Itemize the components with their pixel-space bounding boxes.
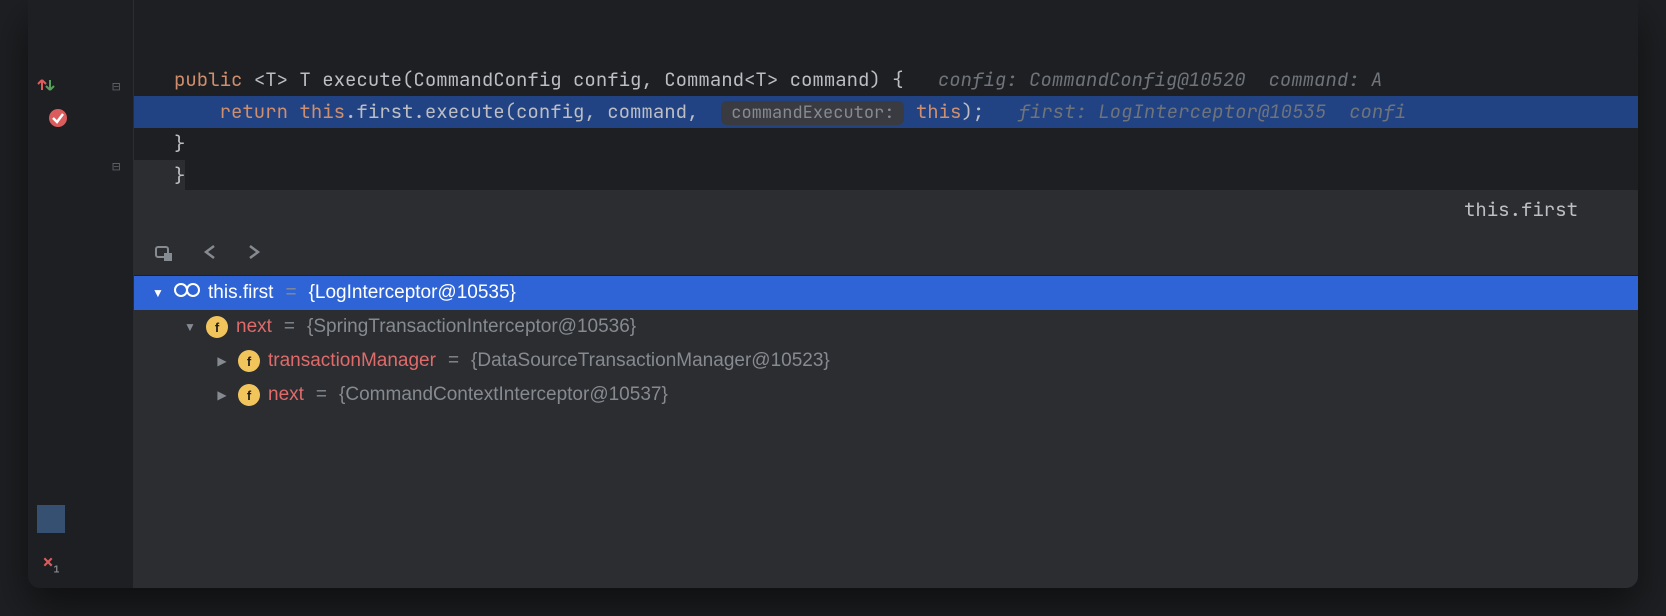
stmt-end: ); xyxy=(961,99,984,124)
code-editor[interactable]: public <T> T execute(CommandConfig confi… xyxy=(134,0,1638,588)
inline-debug-hint: config: CommandConfig@10520 command: A xyxy=(938,67,1383,92)
method-name: execute xyxy=(322,67,402,92)
tool-window-tab[interactable] xyxy=(37,505,65,533)
keyword-this: this xyxy=(299,99,345,124)
override-up-icon[interactable] xyxy=(36,76,56,96)
keyword-public: public xyxy=(174,67,242,92)
tree-row[interactable]: ▶ f transactionManager = {DataSourceTran… xyxy=(134,344,1638,378)
variable-value: {LogInterceptor@10535} xyxy=(309,282,516,304)
fold-close-icon[interactable]: ⊟ xyxy=(112,158,120,176)
variable-name: next xyxy=(236,316,272,338)
field-icon: f xyxy=(206,316,228,338)
close-brace: } xyxy=(174,131,185,156)
tree-row[interactable]: ▼ f next = {SpringTransactionInterceptor… xyxy=(134,310,1638,344)
debug-panel: this.first ▼ this.fir xyxy=(134,190,1638,588)
left-tool-strip: ✕1 xyxy=(28,478,74,588)
field-icon: f xyxy=(238,384,260,406)
tree-row[interactable]: ▶ f next = {CommandContextInterceptor@10… xyxy=(134,378,1638,412)
variable-name: this.first xyxy=(208,282,273,304)
equals-sign: = xyxy=(285,282,296,304)
variable-value: {DataSourceTransactionManager@10523} xyxy=(471,350,830,372)
keyword-this: this xyxy=(916,99,962,124)
close-brace: } xyxy=(174,163,185,188)
variable-name: next xyxy=(268,384,304,406)
equals-sign: = xyxy=(284,316,295,338)
method-params: (CommandConfig config, Command<T> comman… xyxy=(402,67,904,92)
close-tool-icon[interactable]: ✕1 xyxy=(43,551,60,576)
code-line: public <T> T execute(CommandConfig confi… xyxy=(134,64,1638,96)
expander-open-icon[interactable]: ▼ xyxy=(182,320,198,334)
code-line: } xyxy=(134,128,1638,160)
parameter-hint: commandExecutor: xyxy=(721,101,904,125)
debug-header: this.first xyxy=(134,190,1638,228)
expander-open-icon[interactable]: ▼ xyxy=(150,286,166,300)
current-line: return this.first.execute(config, comman… xyxy=(134,96,1638,128)
expander-closed-icon[interactable]: ▶ xyxy=(214,354,230,368)
inline-debug-hint: first: LogInterceptor@10535 confi xyxy=(1018,99,1406,124)
field-icon: f xyxy=(238,350,260,372)
breakpoint-icon[interactable] xyxy=(48,108,68,128)
fold-open-icon[interactable]: ⊟ xyxy=(112,78,120,96)
new-watch-icon[interactable] xyxy=(154,241,176,263)
fold-column: ⊟ ⊟ xyxy=(106,0,134,588)
variable-name: transactionManager xyxy=(268,350,436,372)
debug-expression-label: this.first xyxy=(1464,197,1578,222)
ide-window: ⊟ ⊟ public <T> T execute(CommandConfig c… xyxy=(28,0,1638,588)
generic-decl: <T> T xyxy=(254,67,322,92)
code-line xyxy=(134,0,1638,32)
code-line: } xyxy=(134,160,185,192)
variables-tree[interactable]: ▼ this.first = {LogInterceptor@10535} ▼ … xyxy=(134,276,1638,588)
forward-arrow-icon[interactable] xyxy=(244,242,264,262)
variable-value: {CommandContextInterceptor@10537} xyxy=(339,384,668,406)
call-chain: .first.execute(config, command, xyxy=(345,99,710,124)
keyword-return: return xyxy=(220,99,288,124)
code-line xyxy=(134,32,1638,64)
equals-sign: = xyxy=(448,350,459,372)
variable-value: {SpringTransactionInterceptor@10536} xyxy=(307,316,636,338)
equals-sign: = xyxy=(316,384,327,406)
debug-toolbar xyxy=(134,228,1638,276)
back-arrow-icon[interactable] xyxy=(200,242,220,262)
tree-row-root[interactable]: ▼ this.first = {LogInterceptor@10535} xyxy=(134,276,1638,310)
watch-icon xyxy=(174,281,200,305)
expander-closed-icon[interactable]: ▶ xyxy=(214,388,230,402)
